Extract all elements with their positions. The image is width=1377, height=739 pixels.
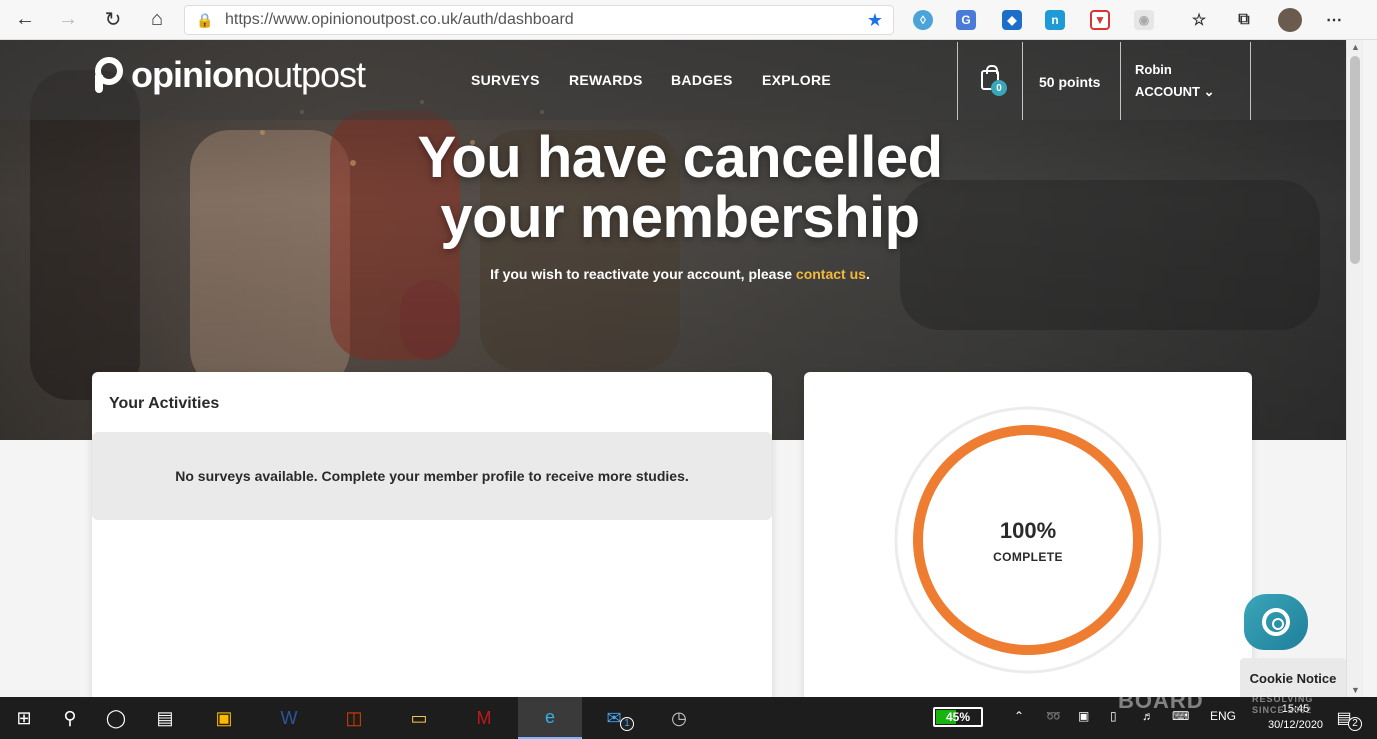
watermark-tagline-2: SINCE 2002: [1252, 705, 1313, 715]
favorites-list-icon[interactable]: ☆: [1189, 10, 1209, 30]
pocket-extension-icon[interactable]: ▼: [1090, 10, 1110, 30]
mail-badge: 1: [620, 717, 634, 731]
logo-tail: [95, 75, 103, 93]
logo-bold: opinion: [131, 54, 255, 95]
mail-icon[interactable]: ✉ 1: [590, 697, 638, 739]
browser-toolbar: ← → ↻ ⌂ 🔒 https://www.opinionoutpost.co.…: [0, 0, 1377, 40]
progress-ring: 100% COMPLETE: [894, 406, 1162, 674]
translate-icon[interactable]: G: [956, 10, 976, 30]
divider: [1250, 42, 1251, 120]
reactivate-suffix: .: [865, 266, 870, 282]
language-indicator[interactable]: ENG: [1210, 709, 1236, 723]
clock-date: 30/12/2020: [1268, 719, 1324, 731]
watermark-tagline-1: RESOLVING: [1252, 694, 1314, 704]
headline-line-2: your membership: [440, 185, 920, 250]
meet-now-icon[interactable]: ▣: [1078, 709, 1089, 723]
site-logo[interactable]: opinionoutpost: [95, 54, 366, 96]
contact-us-link[interactable]: contact us: [796, 266, 866, 282]
cortana-icon[interactable]: ◯: [92, 697, 140, 739]
nav-rewards[interactable]: REWARDS: [569, 72, 643, 88]
address-bar[interactable]: 🔒 https://www.opinionoutpost.co.uk/auth/…: [184, 5, 894, 35]
scroll-down-arrow-icon[interactable]: ▼: [1351, 685, 1360, 695]
more-menu-icon[interactable]: ⋯: [1324, 10, 1344, 30]
empty-surveys-message: No surveys available. Complete your memb…: [92, 432, 772, 520]
nav-surveys[interactable]: SURVEYS: [471, 72, 540, 88]
activities-card: Your Activities No surveys available. Co…: [92, 372, 772, 697]
progress-status: COMPLETE: [993, 550, 1063, 564]
badge-extension-icon[interactable]: ◆: [1002, 10, 1022, 30]
battery-tray-icon[interactable]: ▯: [1110, 709, 1117, 723]
n-extension-icon[interactable]: n: [1045, 10, 1065, 30]
cart-count-badge: 0: [991, 80, 1007, 96]
start-windows-icon[interactable]: ⊞: [0, 697, 48, 739]
progress-percent: 100%: [999, 518, 1057, 543]
reactivate-message: If you wish to reactivate your account, …: [380, 266, 980, 282]
profile-avatar[interactable]: [1278, 8, 1302, 32]
back-icon[interactable]: ←: [5, 0, 45, 40]
cookie-notice-button[interactable]: Cookie Notice: [1240, 658, 1346, 697]
edge-browser-icon[interactable]: e: [518, 697, 582, 739]
word-icon[interactable]: W: [265, 697, 313, 739]
headline-line-1: You have cancelled: [417, 125, 943, 190]
refresh-icon[interactable]: ↻: [93, 0, 133, 40]
user-name: Robin: [1135, 62, 1172, 77]
alarms-clock-icon[interactable]: ◷: [655, 697, 703, 739]
notification-badge: 2: [1348, 717, 1362, 731]
divider: [957, 42, 958, 120]
page-title: You have cancelled your membership: [380, 128, 980, 248]
points-balance[interactable]: 50 points: [1039, 74, 1100, 90]
chat-widget-button[interactable]: [1244, 594, 1308, 650]
forward-icon[interactable]: →: [48, 0, 88, 40]
favorite-star-icon[interactable]: ★: [867, 10, 883, 31]
battery-indicator[interactable]: 45%: [933, 707, 983, 727]
wifi-icon[interactable]: ➿: [1046, 709, 1061, 723]
divider: [1120, 42, 1121, 120]
extension-icon-1[interactable]: ◊: [913, 10, 933, 30]
lock-icon[interactable]: 🔒: [185, 12, 225, 29]
profile-progress-card: 100% COMPLETE: [804, 372, 1252, 697]
logo-mark-icon: [95, 57, 123, 93]
battery-percent: 45%: [945, 710, 971, 724]
scroll-up-arrow-icon[interactable]: ▲: [1351, 42, 1360, 52]
collections-icon[interactable]: ⧉: [1234, 10, 1254, 30]
chat-icon: [1262, 608, 1290, 636]
url-text[interactable]: https://www.opinionoutpost.co.uk/auth/da…: [225, 11, 574, 29]
page-scrollbar[interactable]: ▲ ▼: [1346, 40, 1363, 697]
notifications-icon[interactable]: ▤ 2: [1320, 697, 1368, 739]
search-icon[interactable]: ⚲: [46, 697, 94, 739]
chevron-down-icon: ⌄: [1203, 84, 1215, 99]
watermark-logo: BOARD RESOLVING SINCE 2002: [1118, 688, 1312, 715]
mcafee-icon[interactable]: M: [460, 697, 508, 739]
task-view-icon[interactable]: ▤: [141, 697, 189, 739]
divider: [1022, 42, 1023, 120]
watermark-text: BOARD: [1118, 688, 1204, 713]
account-menu-button[interactable]: ACCOUNT ⌄: [1135, 84, 1215, 100]
account-label: ACCOUNT: [1135, 84, 1200, 99]
file-explorer-icon[interactable]: ▭: [395, 697, 443, 739]
show-hidden-icons-chevron-icon[interactable]: ⌃: [1014, 709, 1024, 723]
page-viewport: opinionoutpost SURVEYS REWARDS BADGES EX…: [0, 40, 1346, 697]
activities-title: Your Activities: [109, 395, 220, 412]
nav-badges[interactable]: BADGES: [671, 72, 733, 88]
store-icon[interactable]: ▣: [200, 697, 248, 739]
nav-explore[interactable]: EXPLORE: [762, 72, 831, 88]
logo-wordmark: opinionoutpost: [131, 54, 366, 96]
office-icon[interactable]: ◫: [330, 697, 378, 739]
camera-extension-icon[interactable]: ◉: [1134, 10, 1154, 30]
reactivate-text: If you wish to reactivate your account, …: [490, 266, 796, 282]
scroll-thumb[interactable]: [1350, 56, 1360, 264]
site-header: opinionoutpost SURVEYS REWARDS BADGES EX…: [0, 40, 1346, 120]
logo-light: outpost: [253, 54, 366, 95]
home-icon[interactable]: ⌂: [137, 0, 177, 40]
